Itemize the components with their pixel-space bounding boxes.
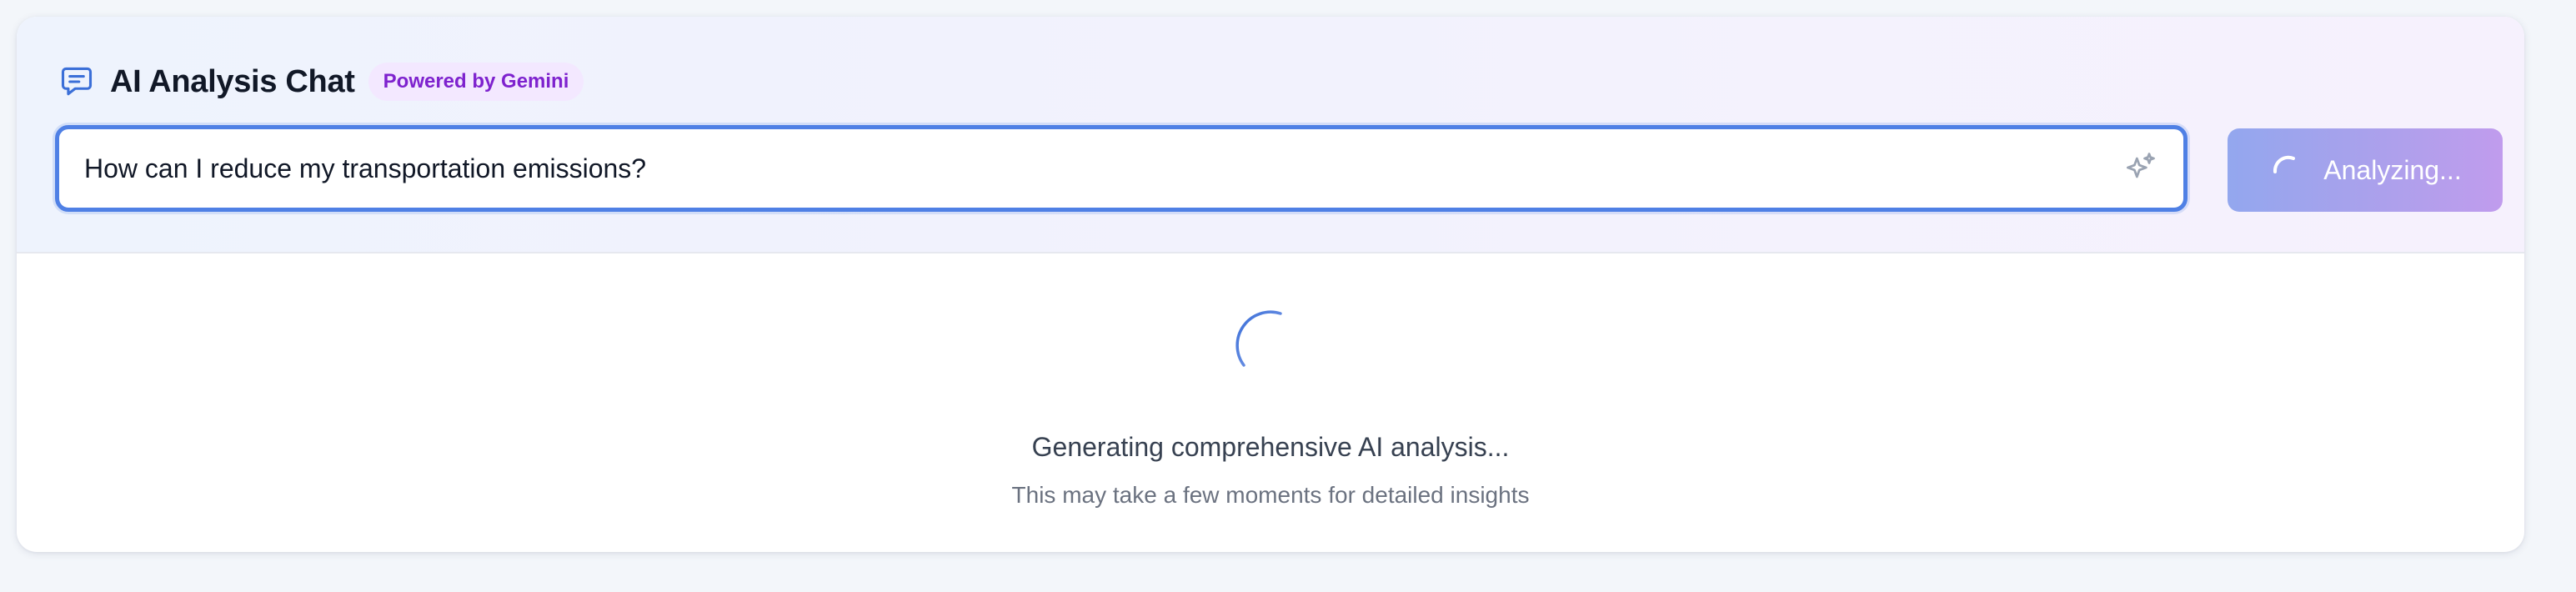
loading-title: Generating comprehensive AI analysis... [1031, 432, 1510, 462]
title-row: AI Analysis Chat Powered by Gemini [57, 58, 584, 105]
analyze-button[interactable]: Analyzing... [2228, 128, 2503, 212]
page-title: AI Analysis Chat [110, 63, 355, 99]
analyze-button-label: Analyzing... [2323, 154, 2462, 185]
card-header: AI Analysis Chat Powered by Gemini Analy… [17, 17, 2524, 253]
analysis-body: Generating comprehensive AI analysis... … [17, 255, 2524, 552]
chat-bubble-icon [57, 62, 97, 102]
query-input-container[interactable] [55, 125, 2188, 212]
query-input[interactable] [84, 129, 2118, 208]
powered-by-badge: Powered by Gemini [368, 63, 584, 101]
spinner-icon [2268, 152, 2305, 188]
ai-analysis-card: AI Analysis Chat Powered by Gemini Analy… [17, 17, 2524, 552]
sparkles-icon [2122, 149, 2158, 186]
loading-subtitle: This may take a few moments for detailed… [1011, 482, 1530, 508]
loading-spinner-icon [1229, 305, 1309, 385]
